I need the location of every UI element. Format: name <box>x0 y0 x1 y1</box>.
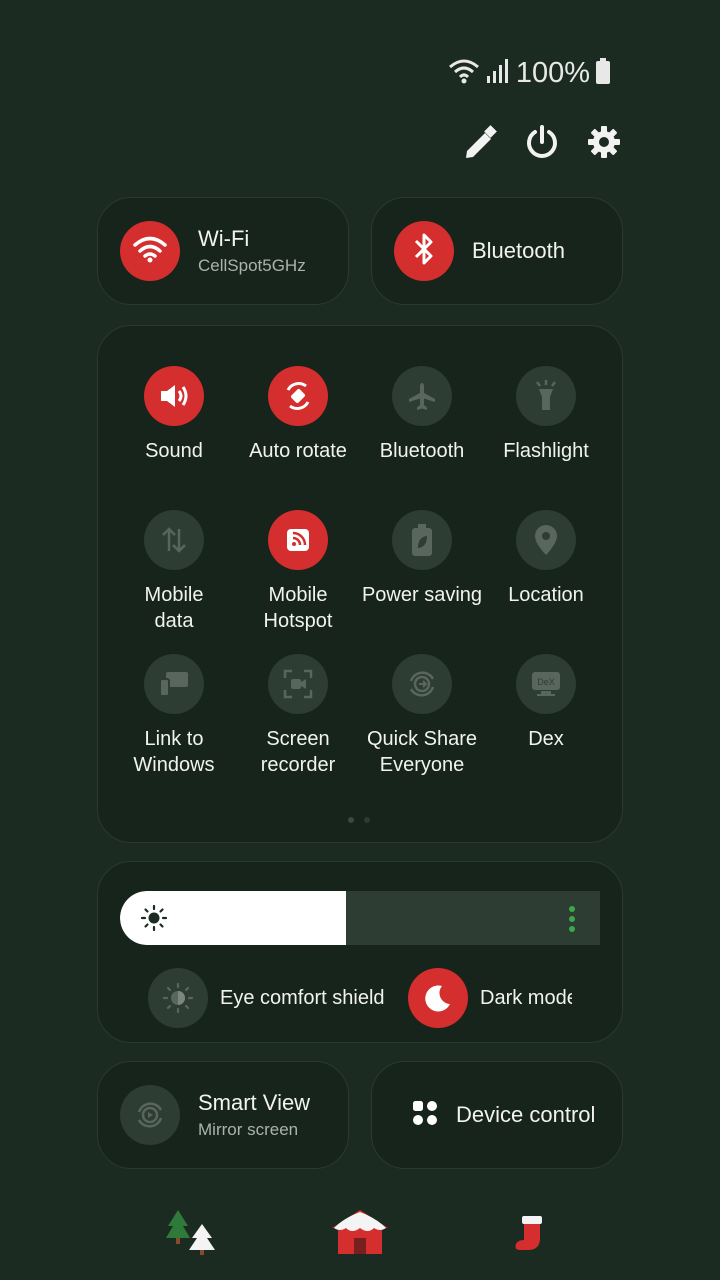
more-options-icon[interactable] <box>565 905 579 933</box>
mobile-hotspot-tile[interactable]: Mobile Hotspot <box>236 510 360 634</box>
dex-label: Dex <box>528 728 564 750</box>
device-control-tile[interactable]: Device control <box>371 1061 623 1169</box>
device-control-title: Device control <box>456 1102 596 1127</box>
data-arrows-icon <box>144 510 204 570</box>
flashlight-tile[interactable]: Flashlight <box>484 366 608 464</box>
sound-label: Sound <box>145 440 203 462</box>
sun-icon <box>140 904 168 937</box>
airplane-icon <box>392 366 452 426</box>
bluetooth-tile[interactable]: Bluetooth <box>371 197 623 305</box>
quick-share-icon <box>392 654 452 714</box>
power-saving-tile[interactable]: Power saving <box>360 510 484 608</box>
page-dot <box>364 817 370 823</box>
bluetooth-toggle[interactable] <box>394 221 454 281</box>
screen-recorder-tile[interactable]: Screen recorder <box>236 654 360 778</box>
rotate-icon <box>268 366 328 426</box>
flashlight-icon <box>516 366 576 426</box>
eye-comfort-label: Eye comfort shield <box>220 986 385 1009</box>
svg-text:DeX: DeX <box>537 677 555 687</box>
bluetooth-title: Bluetooth <box>472 238 565 263</box>
wifi-status-icon <box>448 57 480 90</box>
airplane-mode-tile[interactable]: Bluetooth <box>360 366 484 464</box>
signal-icon <box>486 58 510 89</box>
grid-icon <box>412 1100 438 1131</box>
smart-view-title: Smart View <box>198 1090 311 1115</box>
screen-recorder-label: Screen recorder <box>260 728 336 776</box>
smart-view-icon <box>120 1085 180 1145</box>
link-to-windows-label: Link to Windows <box>133 728 215 776</box>
bluetooth-icon <box>412 232 436 271</box>
wifi-title: Wi-Fi <box>198 226 250 251</box>
wifi-network-name: CellSpot5GHz <box>198 256 306 275</box>
header-actions <box>462 122 622 162</box>
auto-rotate-label: Auto rotate <box>249 440 347 462</box>
mobile-hotspot-label: Mobile Hotspot <box>263 584 333 632</box>
location-label: Location <box>508 584 584 606</box>
power-saving-label: Power saving <box>361 584 483 606</box>
christmas-trees-icon[interactable] <box>162 1206 218 1261</box>
speaker-icon <box>144 366 204 426</box>
location-tile[interactable]: Location <box>484 510 608 608</box>
brightness-slider[interactable] <box>120 891 600 945</box>
wifi-toggle[interactable] <box>120 221 180 281</box>
power-icon[interactable] <box>524 122 560 162</box>
page-indicator <box>348 817 370 823</box>
smart-view-subtitle: Mirror screen <box>198 1120 299 1139</box>
wifi-tile[interactable]: Wi-Fi CellSpot5GHz <box>97 197 349 305</box>
location-pin-icon <box>516 510 576 570</box>
link-to-windows-tile[interactable]: Link to Windows <box>112 654 236 778</box>
hotspot-icon <box>268 510 328 570</box>
status-bar: 100% <box>448 56 610 90</box>
pencil-icon[interactable] <box>462 122 498 162</box>
sound-tile[interactable]: Sound <box>112 366 236 464</box>
battery-leaf-icon <box>392 510 452 570</box>
eye-comfort-icon <box>148 968 208 1028</box>
dark-mode-label: Dark mode <box>480 986 572 1009</box>
smart-view-tile[interactable]: Smart View Mirror screen <box>97 1061 349 1169</box>
wifi-icon <box>133 235 167 268</box>
quick-share-label: Quick Share Everyone <box>366 728 478 776</box>
auto-rotate-tile[interactable]: Auto rotate <box>236 366 360 464</box>
moon-icon <box>408 968 468 1028</box>
mobile-data-tile[interactable]: Mobile data <box>112 510 236 634</box>
battery-icon <box>596 57 610 89</box>
stocking-icon[interactable] <box>512 1214 548 1259</box>
quick-share-tile[interactable]: Quick Share Everyone <box>360 654 484 778</box>
gear-icon[interactable] <box>586 122 622 162</box>
flashlight-label: Flashlight <box>503 440 589 462</box>
screen-record-icon <box>268 654 328 714</box>
eye-comfort-toggle[interactable]: Eye comfort shield <box>148 968 385 1028</box>
airplane-label: Bluetooth <box>379 440 465 462</box>
dark-mode-toggle[interactable]: Dark mode <box>408 968 572 1028</box>
page-dot <box>348 817 354 823</box>
dex-icon: DeX <box>516 654 576 714</box>
link-windows-icon <box>144 654 204 714</box>
dex-tile[interactable]: DeX Dex <box>484 654 608 752</box>
battery-percent: 100% <box>515 56 590 89</box>
mobile-data-label: Mobile data <box>144 584 204 632</box>
snowy-house-icon[interactable] <box>330 1208 390 1261</box>
